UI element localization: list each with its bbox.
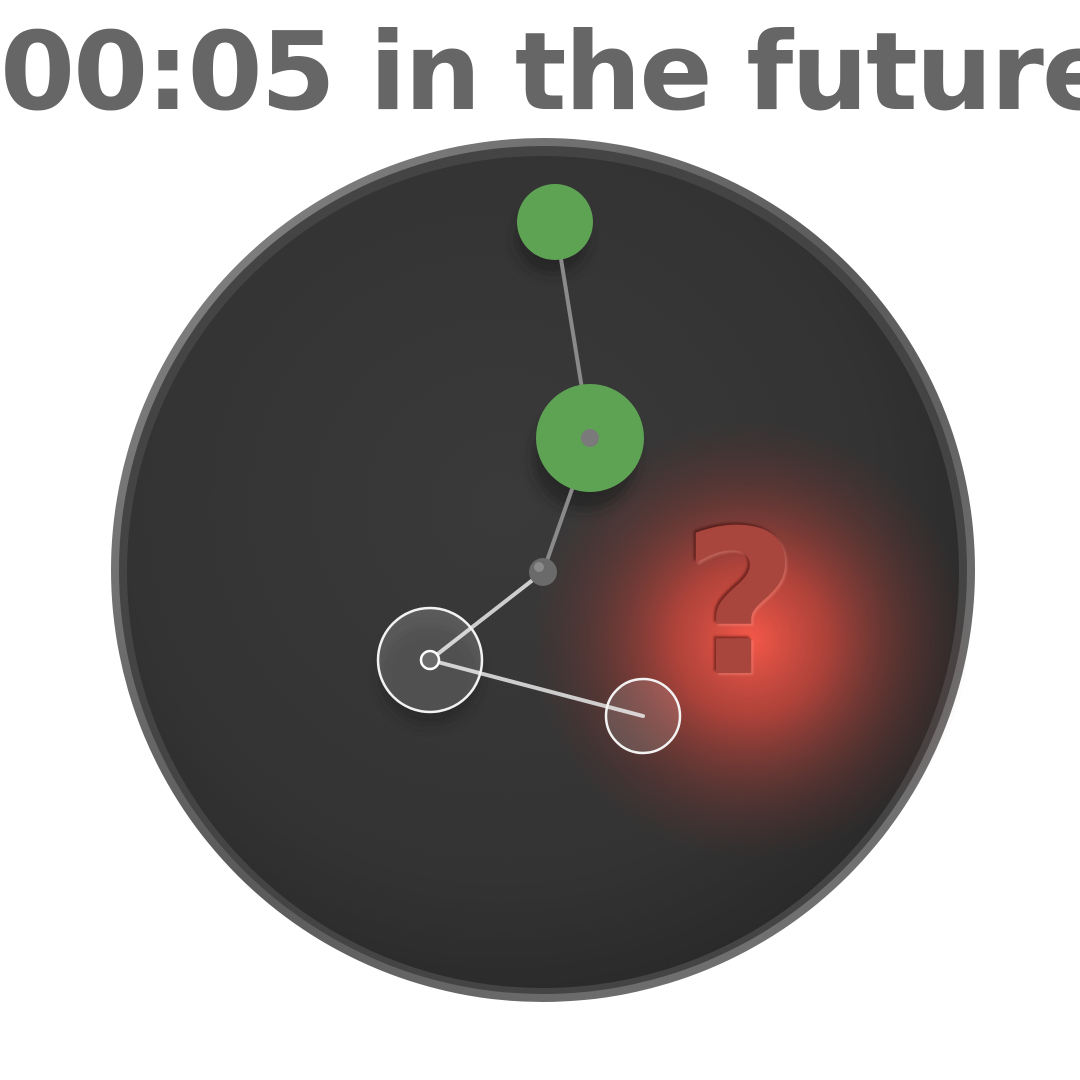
green-node-top[interactable]	[517, 184, 593, 260]
ghost-node-pivot	[419, 649, 441, 671]
question-mark-icon: ?	[681, 488, 798, 721]
node-pivot	[581, 429, 599, 447]
anchor-pivot[interactable]	[529, 558, 557, 586]
anchor-pivot-highlight	[534, 562, 544, 572]
game-board-stage	[111, 138, 975, 1002]
ghost-node-small[interactable]	[604, 677, 682, 755]
